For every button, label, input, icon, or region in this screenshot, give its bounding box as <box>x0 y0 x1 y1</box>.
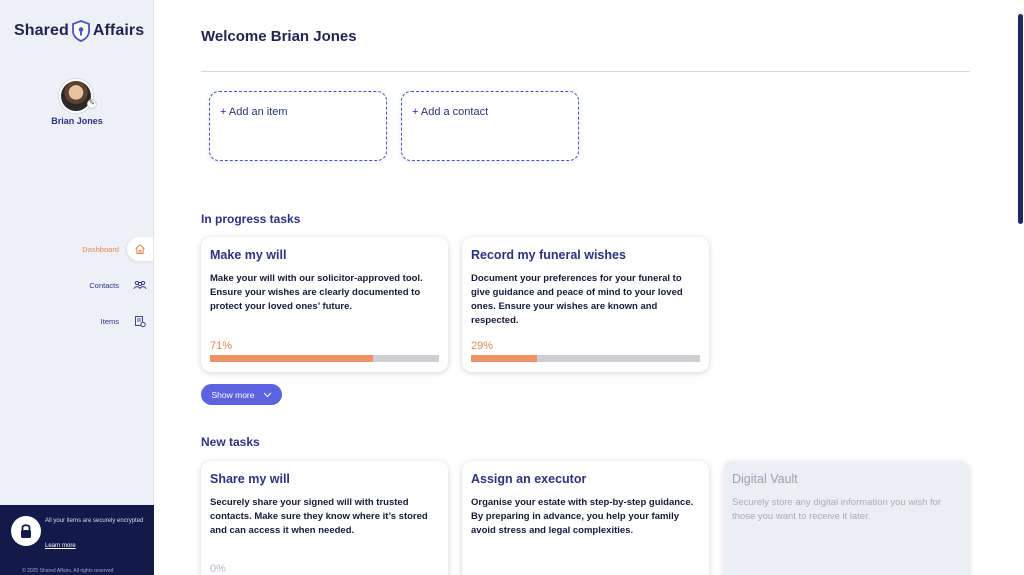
in-progress-heading: In progress tasks <box>201 212 301 226</box>
task-description: Securely store any digital information y… <box>732 497 942 522</box>
sidebar-item-contacts[interactable]: Contacts <box>0 273 153 297</box>
new-tasks-heading: New tasks <box>201 435 260 449</box>
task-description: Make your will with our solicitor-approv… <box>210 273 423 312</box>
task-title: Make my will <box>210 248 287 262</box>
page-title: Welcome Brian Jones <box>201 28 357 45</box>
sidebar-item-label: Contacts <box>89 280 119 290</box>
scrollbar[interactable] <box>1018 14 1023 224</box>
sidebar-item-dashboard[interactable]: Dashboard <box>0 237 153 261</box>
task-card-funeral-wishes[interactable]: Record my funeral wishes Document your p… <box>462 237 709 372</box>
task-card-assign-executor[interactable]: Assign an executor Organise your estate … <box>462 461 709 575</box>
task-description: Securely share your signed will with tru… <box>210 497 428 536</box>
add-contact-button[interactable]: + Add a contact <box>401 91 579 161</box>
learn-more-link[interactable]: Learn more <box>45 543 76 549</box>
task-card-share-will[interactable]: Share my will Securely share your signed… <box>201 461 448 575</box>
lock-icon <box>11 516 41 546</box>
shield-logo-icon <box>71 20 90 42</box>
sidebar-item-items[interactable]: Items <box>0 309 153 333</box>
progress-label: 29% <box>471 340 494 352</box>
sidebar-item-label: Dashboard <box>82 244 119 254</box>
show-more-label: Show more <box>211 389 255 400</box>
app-logo[interactable]: Shared Affairs <box>14 20 144 42</box>
progress-bar <box>210 355 439 362</box>
home-icon <box>127 237 153 261</box>
task-title: Share my will <box>210 472 290 486</box>
progress-label: 71% <box>210 340 233 352</box>
logo-text-left: Shared <box>14 22 69 39</box>
task-card-make-will[interactable]: Make my will Make your will with our sol… <box>201 237 448 372</box>
logo-text-right: Affairs <box>92 22 145 39</box>
chevron-down-icon <box>263 392 271 397</box>
task-title: Digital Vault <box>732 472 798 486</box>
progress-label: 0% <box>210 563 226 575</box>
progress-bar <box>471 355 700 362</box>
add-contact-label: + Add a contact <box>412 106 489 118</box>
task-title: Record my funeral wishes <box>471 248 626 262</box>
divider <box>201 71 970 72</box>
sidebar-item-label: Items <box>100 316 119 326</box>
encryption-footer: All your items are securely encrypted Le… <box>0 505 154 575</box>
add-item-label: + Add an item <box>220 106 288 118</box>
task-title: Assign an executor <box>471 472 587 486</box>
contacts-icon <box>127 273 153 297</box>
edit-avatar-icon[interactable]: ✎ <box>87 99 97 109</box>
user-name: Brian Jones <box>51 116 103 126</box>
items-icon <box>127 309 153 333</box>
show-more-button[interactable]: Show more <box>201 384 282 405</box>
task-card-digital-vault[interactable]: Digital Vault Securely store any digital… <box>723 461 970 575</box>
add-item-button[interactable]: + Add an item <box>209 91 387 161</box>
task-description: Organise your estate with step-by-step g… <box>471 497 694 536</box>
copyright-text: © 2025 Shared Affairs. All rights reserv… <box>22 568 114 574</box>
progress-fill <box>210 355 373 362</box>
task-description: Document your preferences for your funer… <box>471 273 683 326</box>
sidebar: Shared Affairs ✎ Brian Jones Dashboard C… <box>0 0 154 575</box>
encryption-text: All your items are securely encrypted <box>45 518 144 524</box>
progress-fill <box>471 355 538 362</box>
